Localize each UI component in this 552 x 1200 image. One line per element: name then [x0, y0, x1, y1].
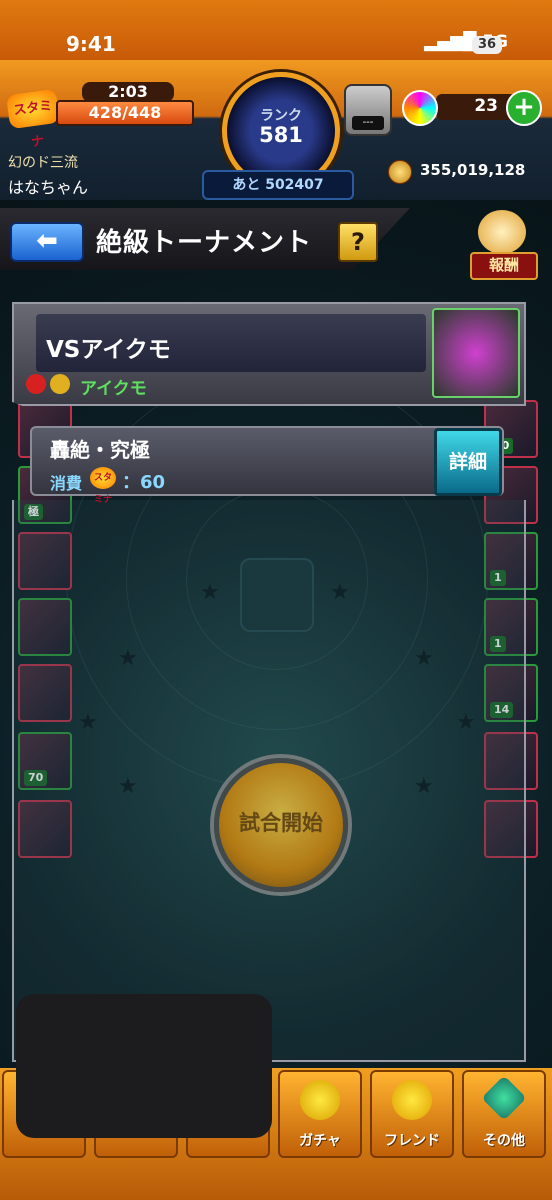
gacha-icon — [300, 1080, 340, 1120]
type-icon — [50, 374, 70, 394]
friends-icon — [392, 1080, 432, 1120]
rank-remaining: あと 502407 — [202, 170, 354, 200]
lion-icon — [478, 210, 526, 254]
popup-panel — [12, 500, 526, 1062]
rank-value: 581 — [259, 123, 303, 147]
username: はなちゃん — [8, 178, 89, 197]
help-button[interactable]: ? — [338, 222, 378, 262]
clock: 9:41 — [66, 32, 116, 56]
reward-button[interactable]: 報酬 — [466, 210, 538, 280]
gacha-button[interactable]: ガチャ — [278, 1070, 362, 1158]
orb-icon — [402, 90, 438, 126]
stamina-icon: スタミナ — [90, 467, 116, 505]
back-button[interactable]: ⬅ — [10, 222, 84, 262]
fire-element-icon — [26, 374, 46, 394]
coin-count: 355,019,128 — [420, 161, 526, 179]
rank-label: ランク — [260, 108, 302, 124]
coin-icon — [388, 160, 412, 184]
guild-name: 幻のド三流 — [8, 155, 78, 171]
opponent-title: VSアイクモ — [46, 337, 171, 363]
stamina-bar[interactable]: 428/448 — [56, 100, 194, 126]
boss-name: アイクモ — [80, 379, 147, 399]
stamina-timer: 2:03 — [82, 82, 174, 102]
stamina-icon: スタミナ — [5, 88, 61, 151]
page-title: 絶級トーナメント — [96, 228, 313, 258]
status-bar: 9:41 ▂▄▆█ 5G 36 — [0, 0, 552, 60]
other-button[interactable]: その他 — [462, 1070, 546, 1158]
orb-count: 23 — [474, 96, 498, 116]
friend-button[interactable]: フレンド — [370, 1070, 454, 1158]
redacted-area — [16, 994, 272, 1138]
battery-icon: 36 — [472, 36, 502, 54]
detail-button[interactable]: 詳細 — [434, 428, 502, 496]
cost-value: ：60 — [122, 472, 166, 493]
other-icon — [481, 1075, 527, 1121]
quest-name: 轟絶・究極 — [50, 438, 150, 462]
boss-portrait — [432, 308, 520, 398]
add-orb-button[interactable]: + — [506, 90, 542, 126]
orb-box-icon[interactable]: --- — [344, 84, 392, 136]
cost-label: 消費 — [50, 474, 83, 493]
